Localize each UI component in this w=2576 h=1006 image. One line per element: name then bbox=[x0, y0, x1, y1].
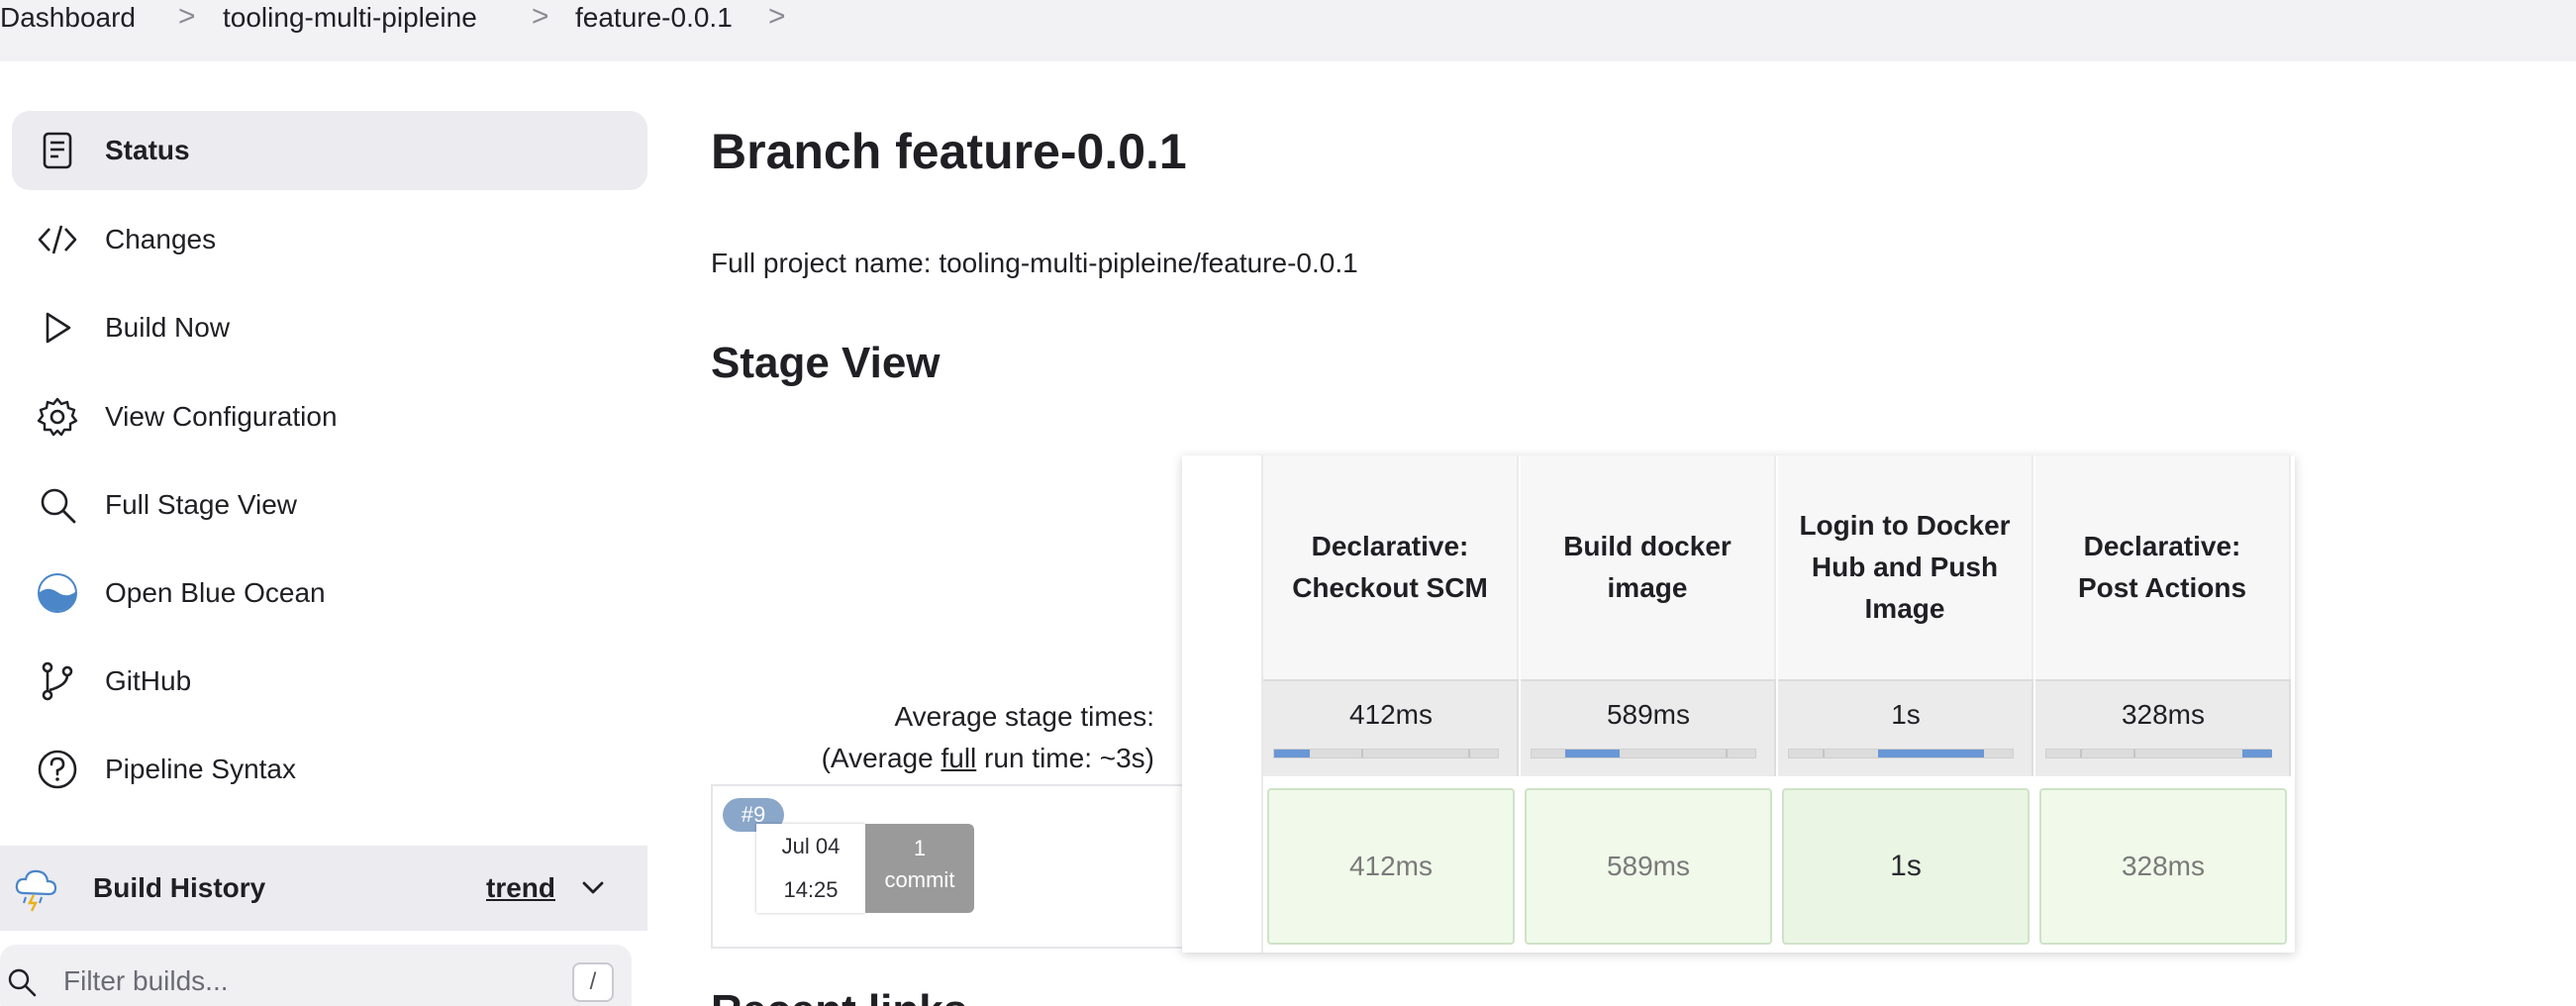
stage-average: 412ms bbox=[1263, 679, 1519, 776]
stage-result-cell[interactable]: 1s bbox=[1782, 788, 2030, 945]
breadcrumb-branch[interactable]: feature-0.0.1 bbox=[575, 0, 733, 36]
build-time: 14:25 bbox=[783, 877, 839, 902]
commit-count-box[interactable]: 1 commit bbox=[865, 824, 974, 913]
breadcrumb-pipeline[interactable]: tooling-multi-pipleine bbox=[223, 0, 477, 36]
stage-average-bar bbox=[2045, 749, 2272, 758]
build-date-box: Jul 04 14:25 bbox=[756, 824, 865, 913]
sidebar-item-label: Open Blue Ocean bbox=[105, 577, 326, 608]
stage-result-cell[interactable]: 412ms bbox=[1267, 788, 1515, 945]
stage-average-bar bbox=[1273, 749, 1499, 758]
build-history-title: Build History bbox=[93, 872, 266, 903]
stage-average: 328ms bbox=[2035, 679, 2291, 776]
sidebar-item-label: Pipeline Syntax bbox=[105, 754, 297, 784]
stage-column: Declarative: Post Actions 328ms 328ms bbox=[2035, 455, 2293, 953]
avg-suffix: run time: ~3s) bbox=[976, 743, 1154, 773]
stage-result-cell[interactable]: 328ms bbox=[2039, 788, 2287, 945]
stage-table-spacer bbox=[1182, 455, 1263, 953]
build-history-header: Build History trend bbox=[0, 846, 647, 931]
full-run-link[interactable]: full bbox=[941, 743, 976, 773]
stage-header: Login to Docker Hub and Push Image bbox=[1778, 455, 2033, 679]
play-icon bbox=[36, 306, 79, 350]
help-icon bbox=[36, 748, 79, 791]
keyboard-shortcut-hint: / bbox=[572, 962, 614, 1002]
stage-average-bar bbox=[1531, 749, 1756, 758]
commit-label: commit bbox=[884, 867, 955, 892]
stage-name: Declarative: Checkout SCM bbox=[1292, 531, 1488, 603]
breadcrumb-separator: > bbox=[532, 0, 549, 33]
filter-builds-input[interactable] bbox=[63, 958, 539, 1004]
stage-name: Build docker image bbox=[1563, 531, 1732, 603]
stage-header: Build docker image bbox=[1521, 455, 1776, 679]
sidebar-item-status[interactable]: Status bbox=[12, 111, 647, 190]
blue-ocean-icon bbox=[36, 571, 79, 615]
build-date: Jul 04 bbox=[781, 834, 841, 858]
stage-average-bar bbox=[1788, 749, 2014, 758]
stage-average-time: 412ms bbox=[1348, 699, 1434, 730]
weather-storm-icon bbox=[12, 863, 61, 913]
sidebar-item-open-blue-ocean[interactable]: Open Blue Ocean bbox=[12, 553, 647, 633]
sidebar-item-full-stage-view[interactable]: Full Stage View bbox=[12, 465, 647, 545]
stage-column: Declarative: Checkout SCM 412ms 412ms bbox=[1263, 455, 1521, 953]
stage-view-heading: Stage View bbox=[711, 339, 941, 387]
gear-icon bbox=[36, 395, 79, 439]
trend-link[interactable]: trend bbox=[486, 846, 555, 931]
commit-count: 1 bbox=[913, 836, 927, 860]
page-title: Branch feature-0.0.1 bbox=[711, 124, 1187, 179]
git-branch-icon bbox=[36, 659, 79, 703]
chevron-down-icon[interactable] bbox=[578, 873, 608, 903]
sidebar-item-label: Changes bbox=[105, 224, 217, 254]
avg-prefix: (Average bbox=[821, 743, 941, 773]
average-stage-times-label: Average stage times: bbox=[894, 701, 1154, 732]
stage-name: Declarative: Post Actions bbox=[2077, 531, 2247, 603]
sidebar-item-github[interactable]: GitHub bbox=[12, 642, 647, 721]
sidebar-item-label: Status bbox=[105, 135, 190, 165]
sidebar-item-pipeline-syntax[interactable]: Pipeline Syntax bbox=[12, 730, 647, 809]
code-icon bbox=[36, 218, 79, 261]
recent-links-heading: Recent links bbox=[711, 986, 968, 1006]
average-full-run-time: (Average full run time: ~3s) bbox=[822, 743, 1154, 774]
search-icon bbox=[36, 483, 79, 527]
sidebar-item-label: Full Stage View bbox=[105, 489, 298, 520]
sidebar-item-build-now[interactable]: Build Now bbox=[12, 288, 647, 367]
stage-average-time: 1s bbox=[1891, 699, 1921, 730]
search-icon bbox=[6, 966, 38, 998]
stage-column: Build docker image 589ms 589ms bbox=[1521, 455, 1778, 953]
breadcrumb-separator: > bbox=[768, 0, 786, 33]
stage-header: Declarative: Post Actions bbox=[2035, 455, 2291, 679]
stage-average-time: 589ms bbox=[1606, 699, 1691, 730]
stage-result-cell[interactable]: 589ms bbox=[1525, 788, 1772, 945]
breadcrumb-bar: Dashboard > tooling-multi-pipleine > fea… bbox=[0, 0, 2576, 61]
stage-header: Declarative: Checkout SCM bbox=[1263, 455, 1519, 679]
status-icon bbox=[36, 129, 79, 172]
filter-builds-box: / bbox=[0, 945, 632, 1006]
stage-column: Login to Docker Hub and Push Image 1s 1s bbox=[1778, 455, 2035, 953]
sidebar-item-changes[interactable]: Changes bbox=[12, 200, 647, 279]
recent-links-heading-clipped: Recent links bbox=[711, 986, 968, 1006]
sidebar-item-label: View Configuration bbox=[105, 401, 338, 432]
stage-view-table: Declarative: Checkout SCM 412ms 412ms Bu… bbox=[1182, 455, 2295, 953]
sidebar-item-label: Build Now bbox=[105, 312, 231, 343]
stage-average-time: 328ms bbox=[2121, 699, 2206, 730]
sidebar-item-view-configuration[interactable]: View Configuration bbox=[12, 377, 647, 456]
sidebar-item-label: GitHub bbox=[105, 665, 192, 696]
full-project-name: Full project name: tooling-multi-piplein… bbox=[711, 248, 1358, 278]
stage-average: 589ms bbox=[1521, 679, 1776, 776]
stage-bar-fill bbox=[1878, 750, 1984, 757]
breadcrumb-dashboard[interactable]: Dashboard bbox=[0, 0, 136, 36]
stage-average: 1s bbox=[1778, 679, 2033, 776]
breadcrumb-separator: > bbox=[178, 0, 196, 33]
stage-name: Login to Docker Hub and Push Image bbox=[1799, 510, 2011, 624]
stage-bar-fill bbox=[2242, 750, 2272, 757]
stage-bar-fill bbox=[1274, 750, 1310, 757]
stage-bar-fill bbox=[1565, 750, 1620, 757]
